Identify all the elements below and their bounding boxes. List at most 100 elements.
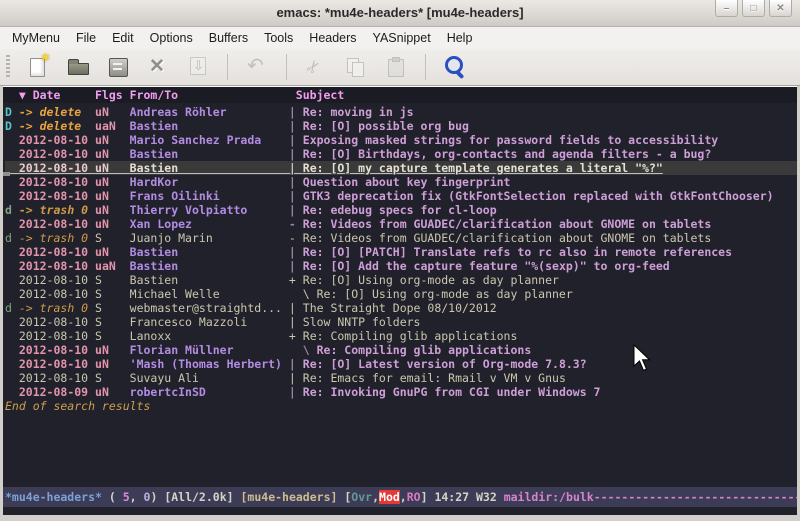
header-row[interactable]: 2012-08-10 uN Xan Lopez - Re: Videos fro… bbox=[5, 217, 797, 231]
row-mark: d bbox=[5, 231, 19, 245]
header-row[interactable]: d -> trash 0 uN Thierry Volpiatto | Re: … bbox=[5, 203, 797, 217]
row-from: Florian Müllner bbox=[130, 343, 282, 357]
header-row[interactable]: 2012-08-10 uN Florian Müllner \ Re: Comp… bbox=[5, 343, 797, 357]
search-icon[interactable] bbox=[442, 54, 468, 80]
header-row[interactable]: D -> delete uaN Bastien | Re: [O] possib… bbox=[5, 119, 797, 133]
row-date: -> trash 0 bbox=[19, 301, 95, 315]
modeline-buffer-name: *mu4e-headers* bbox=[5, 490, 102, 504]
row-mark bbox=[5, 343, 19, 357]
row-from: Juanjo Marin bbox=[130, 231, 282, 245]
row-subject: The Straight Dope 08/10/2012 bbox=[303, 301, 497, 315]
row-date: 2012-08-10 bbox=[19, 329, 95, 343]
row-thread: | bbox=[282, 119, 303, 133]
headers-column-titles[interactable]: ▼ Date Flgs From/To Subject bbox=[3, 87, 797, 103]
minimize-button[interactable]: – bbox=[715, 0, 738, 17]
modeline-position-indicator: [All/2.0k] bbox=[164, 490, 233, 504]
close-buffer-icon[interactable] bbox=[145, 54, 171, 80]
menu-item-headers[interactable]: Headers bbox=[301, 28, 364, 48]
header-row[interactable]: 2012-08-09 uN robertcInSD | Re: Invoking… bbox=[5, 385, 797, 399]
titlebar[interactable]: emacs: *mu4e-headers* [mu4e-headers] –□✕ bbox=[0, 0, 800, 27]
row-thread: | bbox=[282, 105, 303, 119]
row-from: Andreas Röhler bbox=[130, 105, 282, 119]
row-subject: Re: [O] Latest version of Org-mode 7.8.3… bbox=[303, 357, 587, 371]
header-row[interactable]: 2012-08-10 uN Bastien | Re: [O] Birthday… bbox=[5, 147, 797, 161]
row-thread: | bbox=[282, 357, 303, 371]
row-subject: Re: [O] possible org bug bbox=[303, 119, 469, 133]
row-flags: uN bbox=[95, 133, 130, 147]
modeline-text: , bbox=[400, 490, 407, 504]
header-row[interactable]: 2012-08-10 S Lanoxx + Re: Compiling glib… bbox=[5, 329, 797, 343]
row-from: Lanoxx bbox=[130, 329, 282, 343]
modeline-filler: ---------------------------------------- bbox=[594, 490, 797, 504]
toolbar bbox=[0, 49, 800, 86]
header-row[interactable]: 2012-08-10 uN Bastien | Re: [O] my captu… bbox=[5, 161, 797, 175]
row-from: 'Mash (Thomas Herbert) bbox=[130, 357, 282, 371]
minibuffer-echo-area[interactable] bbox=[3, 507, 797, 515]
row-subject: Re: moving in js bbox=[303, 105, 414, 119]
row-date: -> trash 0 bbox=[19, 231, 95, 245]
row-mark bbox=[5, 371, 19, 385]
modeline-maildir-path: maildir:/bulk bbox=[504, 490, 594, 504]
menu-item-tools[interactable]: Tools bbox=[256, 28, 301, 48]
row-thread: | bbox=[282, 301, 303, 315]
header-row[interactable]: 2012-08-10 uaN Bastien | Re: [O] Add the… bbox=[5, 259, 797, 273]
row-thread: | bbox=[282, 315, 303, 329]
row-subject: Slow NNTP folders bbox=[303, 315, 421, 329]
modeline: *mu4e-headers* ( 5, 0) [All/2.0k] [mu4e-… bbox=[3, 487, 797, 507]
menu-item-yasnippet[interactable]: YASnippet bbox=[365, 28, 439, 48]
menu-item-edit[interactable]: Edit bbox=[104, 28, 142, 48]
row-mark bbox=[5, 273, 19, 287]
header-row[interactable]: 2012-08-10 uN 'Mash (Thomas Herbert) | R… bbox=[5, 357, 797, 371]
row-thread: | bbox=[282, 189, 303, 203]
row-flags: S bbox=[95, 287, 130, 301]
row-flags: uaN bbox=[95, 259, 130, 273]
row-thread: | bbox=[282, 385, 303, 399]
header-row[interactable]: 2012-08-10 S Francesco Mazzoli | Slow NN… bbox=[5, 315, 797, 329]
header-row[interactable]: d -> trash 0 S webmaster@straightd... | … bbox=[5, 301, 797, 315]
header-row[interactable]: 2012-08-10 uN Bastien | Re: [O] [PATCH] … bbox=[5, 245, 797, 259]
row-flags: S bbox=[95, 371, 130, 385]
menu-item-file[interactable]: File bbox=[68, 28, 104, 48]
modeline-text: [ bbox=[337, 490, 351, 504]
open-folder-icon[interactable] bbox=[65, 54, 91, 80]
row-thread: | bbox=[282, 259, 303, 273]
header-row[interactable]: 2012-08-10 uN Mario Sanchez Prada | Expo… bbox=[5, 133, 797, 147]
header-row[interactable]: 2012-08-10 uN Frans Oilinki | GTK3 depre… bbox=[5, 189, 797, 203]
menu-item-options[interactable]: Options bbox=[142, 28, 201, 48]
menu-item-buffers[interactable]: Buffers bbox=[201, 28, 256, 48]
maximize-button[interactable]: □ bbox=[742, 0, 765, 17]
header-row[interactable]: 2012-08-10 uN HardKor | Question about k… bbox=[5, 175, 797, 189]
toolbar-grip[interactable] bbox=[6, 55, 10, 79]
header-row[interactable]: 2012-08-10 S Bastien + Re: [O] Using org… bbox=[5, 273, 797, 287]
mu4e-headers-buffer[interactable]: ▼ Date Flgs From/To Subject D -> delete … bbox=[3, 86, 797, 487]
row-flags: uaN bbox=[95, 119, 130, 133]
row-flags: uN bbox=[95, 357, 130, 371]
menu-item-mymenu[interactable]: MyMenu bbox=[4, 28, 68, 48]
row-from: Frans Oilinki bbox=[130, 189, 282, 203]
paste-icon bbox=[383, 54, 409, 80]
row-from: Xan Lopez bbox=[130, 217, 282, 231]
row-from: Bastien bbox=[130, 147, 282, 161]
row-subject: Re: edebug specs for cl-loop bbox=[303, 203, 497, 217]
header-row[interactable]: D -> delete uN Andreas Röhler | Re: movi… bbox=[5, 105, 797, 119]
close-button[interactable]: ✕ bbox=[769, 0, 792, 17]
row-from: Bastien bbox=[130, 245, 282, 259]
row-date: 2012-08-10 bbox=[19, 259, 95, 273]
header-row[interactable]: 2012-08-10 S Michael Welle \ Re: [O] Usi… bbox=[5, 287, 797, 301]
modeline-text bbox=[234, 490, 241, 504]
toolbar-separator bbox=[286, 54, 287, 80]
menubar: MyMenuFileEditOptionsBuffersToolsHeaders… bbox=[0, 27, 800, 49]
row-date: 2012-08-10 bbox=[19, 273, 95, 287]
menu-item-help[interactable]: Help bbox=[439, 28, 481, 48]
row-date: 2012-08-10 bbox=[19, 357, 95, 371]
row-date: 2012-08-09 bbox=[19, 385, 95, 399]
row-from: webmaster@straightd... bbox=[130, 301, 282, 315]
new-file-icon[interactable] bbox=[25, 54, 51, 80]
save-icon[interactable] bbox=[105, 54, 131, 80]
header-row[interactable]: 2012-08-10 S Suvayu Ali | Re: Emacs for … bbox=[5, 371, 797, 385]
row-mark bbox=[5, 357, 19, 371]
row-date: 2012-08-10 bbox=[19, 189, 95, 203]
modeline-line-number: 5 bbox=[123, 490, 130, 504]
row-thread: | bbox=[282, 371, 303, 385]
header-row[interactable]: d -> trash 0 S Juanjo Marin - Re: Videos… bbox=[5, 231, 797, 245]
